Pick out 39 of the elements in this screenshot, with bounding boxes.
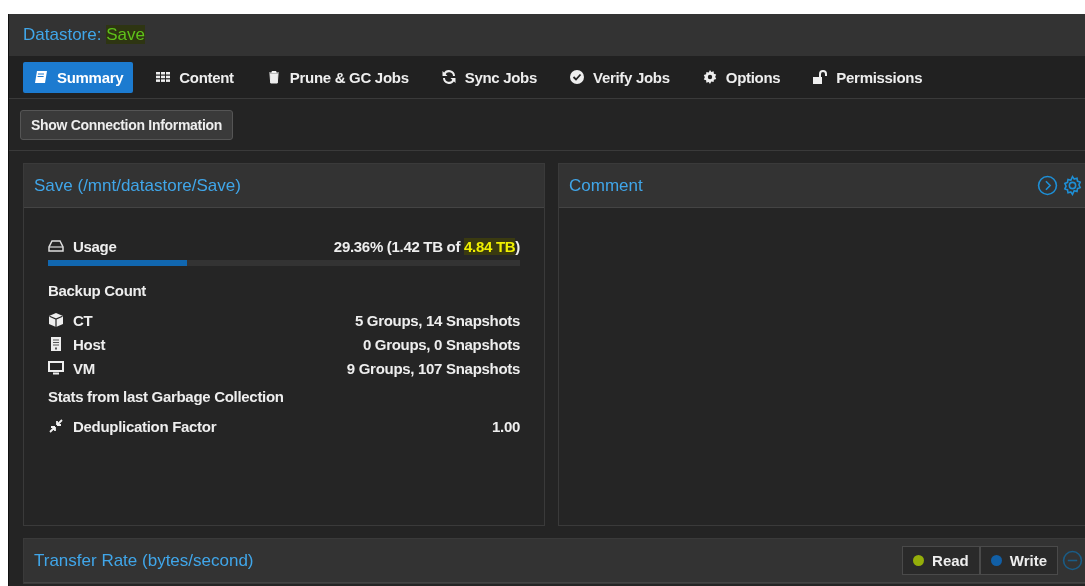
server-icon xyxy=(48,336,64,352)
backup-count-value: 9 Groups, 107 Snapshots xyxy=(346,359,520,377)
window-title: Datastore: Save xyxy=(23,25,145,45)
panel-title: Comment xyxy=(569,175,644,196)
unlock-icon xyxy=(812,69,829,85)
stat-label: Deduplication Factor xyxy=(73,417,218,435)
connection-info-button[interactable]: Show Connection Information xyxy=(20,109,233,140)
backup-type-label: Host xyxy=(73,335,107,353)
legend-item[interactable]: Write xyxy=(979,546,1058,575)
stat-value: 1.00 xyxy=(492,417,520,435)
tab[interactable]: Summary xyxy=(23,61,134,93)
check-circle-icon xyxy=(569,69,586,85)
section-heading: Stats from last Garbage Collection xyxy=(48,388,285,407)
backup-type-label: CT xyxy=(73,311,94,329)
backup-count-value: 5 Groups, 14 Snapshots xyxy=(354,311,520,329)
usage-value: 29.36% (1.42 TB of 4.84 TB) xyxy=(333,237,520,255)
tab[interactable]: Permissions xyxy=(802,61,933,93)
grid-icon xyxy=(155,69,172,85)
compress-arrows-icon xyxy=(48,418,64,434)
backup-count-value: 0 Groups, 0 Snapshots xyxy=(362,335,520,353)
usage-label: Usage xyxy=(73,237,118,255)
section-heading: Backup Count xyxy=(48,282,148,301)
settings-icon[interactable] xyxy=(1062,175,1083,196)
backup-type-label: VM xyxy=(73,359,96,377)
panel-title: Save (/mnt/datastore/Save) xyxy=(34,175,242,196)
chevron-circle-icon[interactable] xyxy=(1037,175,1058,196)
legend-item[interactable]: Read xyxy=(902,546,980,575)
tab[interactable]: Prune & GC Jobs xyxy=(255,61,419,93)
cube-icon xyxy=(48,312,64,328)
sync-icon xyxy=(440,69,457,85)
gear-icon xyxy=(701,69,718,85)
book-icon xyxy=(33,69,49,85)
monitor-icon xyxy=(48,360,64,376)
tab[interactable]: Sync Jobs xyxy=(430,61,548,93)
tab[interactable]: Content xyxy=(145,61,244,93)
panel-title: Transfer Rate (bytes/second) xyxy=(34,550,255,571)
tab[interactable]: Verify Jobs xyxy=(559,61,680,93)
tab[interactable]: Options xyxy=(691,61,791,93)
hard-drive-icon xyxy=(48,238,64,254)
